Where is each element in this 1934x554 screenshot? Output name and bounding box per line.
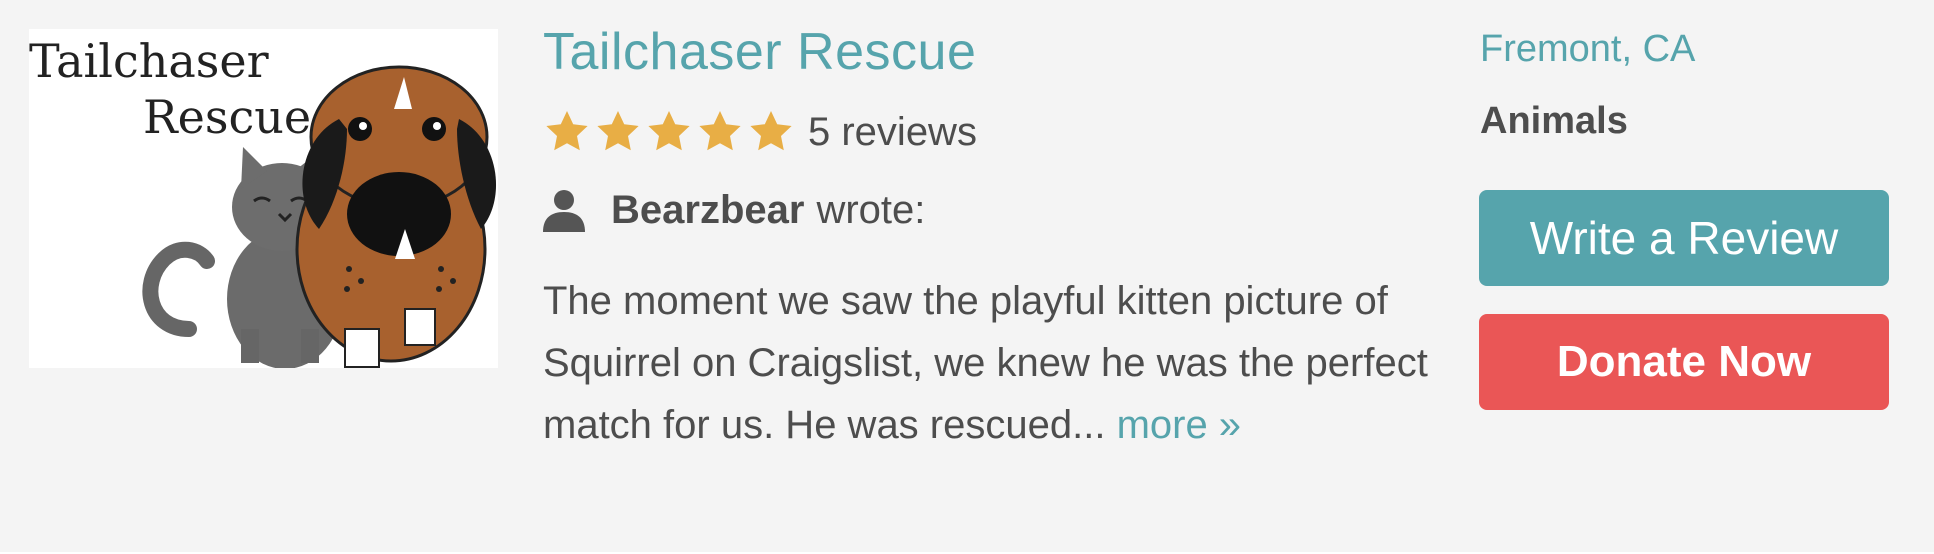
organization-name-link[interactable]: Tailchaser Rescue — [543, 22, 976, 82]
star-icon — [750, 111, 792, 151]
review-author[interactable]: Bearzbear — [611, 188, 804, 233]
user-icon — [543, 190, 585, 232]
reviews-count-link[interactable]: 5 reviews — [808, 110, 977, 155]
read-more-link[interactable]: more » — [1117, 403, 1242, 447]
donate-now-button[interactable]: Donate Now — [1479, 314, 1889, 410]
review-attribution: Bearzbear wrote: — [543, 182, 925, 238]
star-icon — [597, 111, 639, 151]
review-excerpt: The moment we saw the playful kitten pic… — [543, 270, 1443, 456]
category-label: Animals — [1480, 100, 1628, 142]
logo-text-line2: Rescue — [143, 90, 311, 144]
star-icon — [699, 111, 741, 151]
cat-and-dog-logo-icon: Tailchaser Rescue — [29, 29, 498, 368]
review-excerpt-text: The moment we saw the playful kitten pic… — [543, 279, 1428, 447]
logo-text-line1: Tailchaser — [29, 34, 269, 88]
charity-card: Tailchaser Rescue Tailchaser Rescue 5 re… — [0, 0, 1934, 552]
wrote-label: wrote: — [816, 187, 926, 232]
organization-logo[interactable]: Tailchaser Rescue — [29, 29, 498, 368]
star-icon — [648, 111, 690, 151]
write-review-button[interactable]: Write a Review — [1479, 190, 1889, 286]
star-icon — [546, 111, 588, 151]
location-link[interactable]: Fremont, CA — [1480, 28, 1695, 71]
rating-row: 5 reviews — [543, 104, 977, 160]
